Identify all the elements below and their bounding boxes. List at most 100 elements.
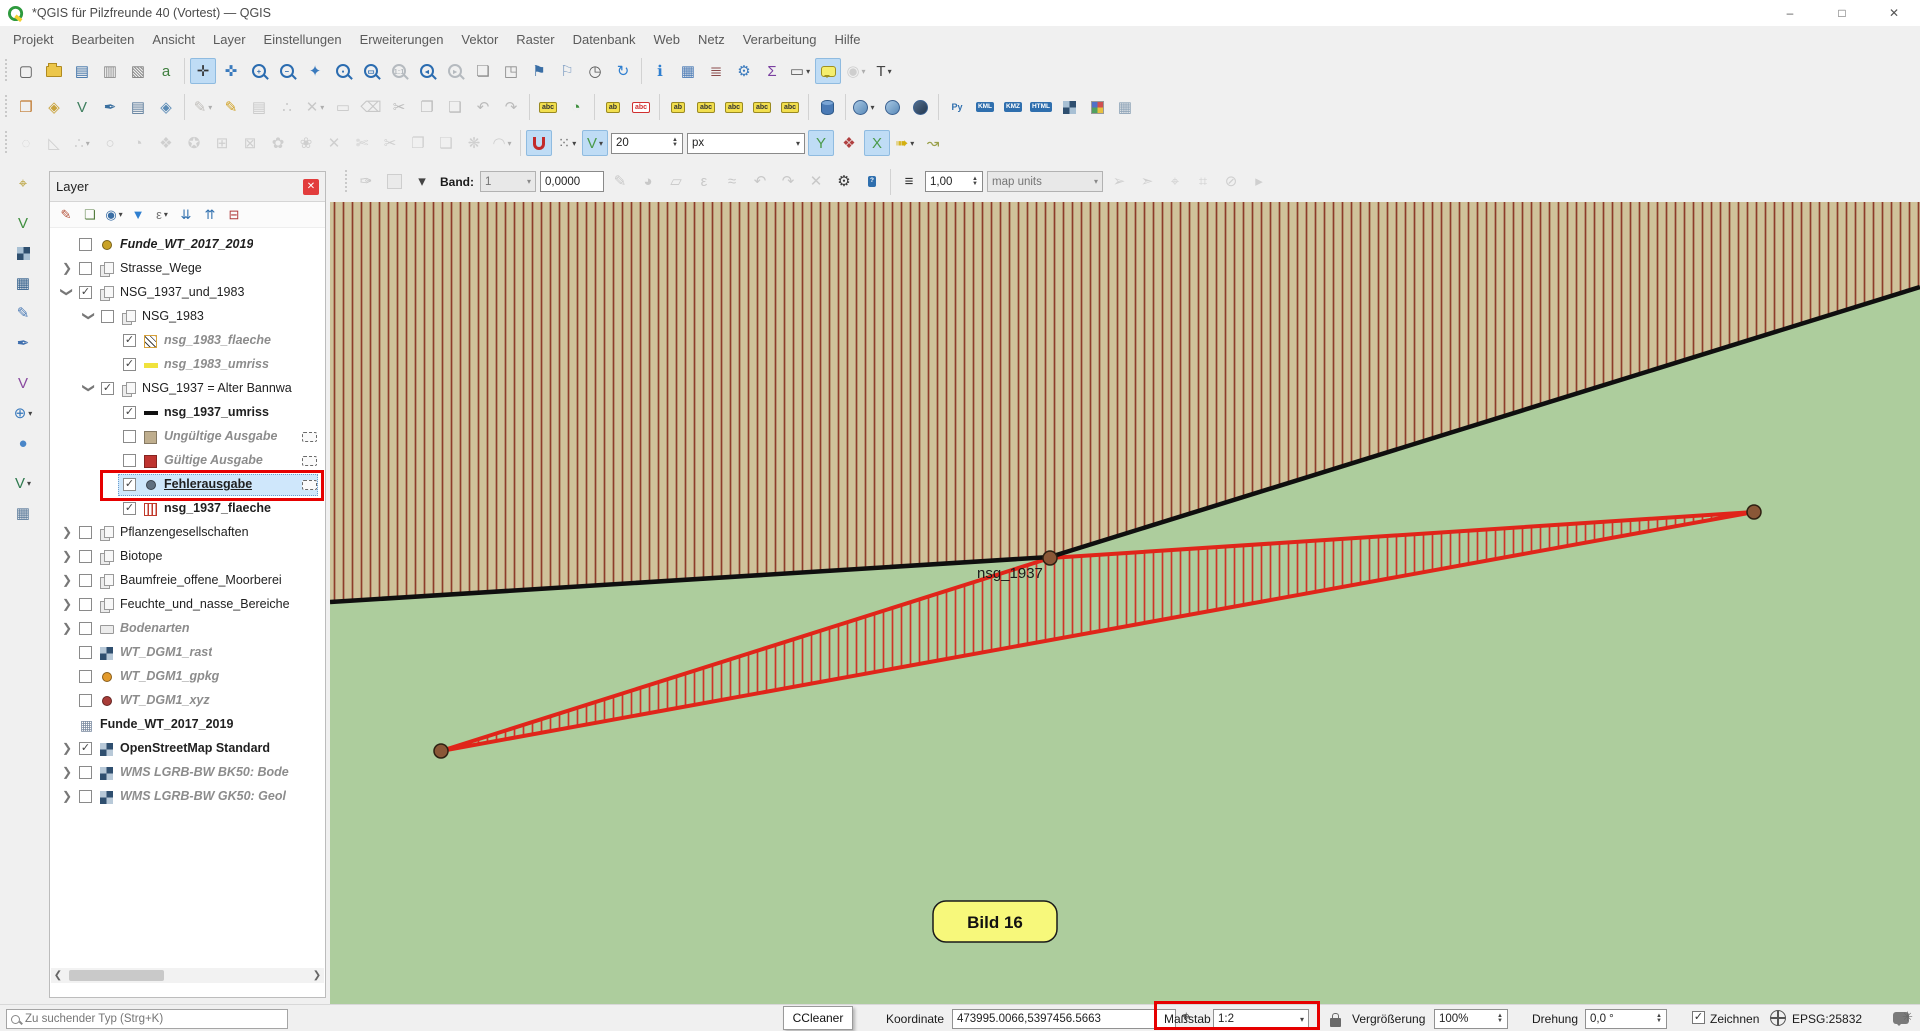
vector-select-icon[interactable]: V▾ — [10, 470, 36, 496]
bookmark-icon[interactable]: ⚑ — [526, 58, 552, 84]
add-record-icon[interactable]: ∴ — [274, 94, 300, 120]
avoid-overlap-icon[interactable]: ❖ — [836, 130, 862, 156]
kml-export-icon[interactable]: KML — [972, 94, 998, 120]
locator-input[interactable] — [25, 1013, 283, 1025]
layers-panel-titlebar[interactable]: Layer ✕ — [50, 172, 325, 202]
merge-features-icon[interactable]: ❐ — [405, 130, 431, 156]
layer-tree-row[interactable]: ❯Baumfreie_offene_Moorberei — [50, 569, 325, 593]
more-tools-icon[interactable]: ▸ — [1246, 169, 1272, 195]
menu-item-einstellungen[interactable]: Einstellungen — [255, 28, 351, 51]
db-manager-icon[interactable] — [814, 94, 840, 120]
zoom-full-extent-icon[interactable]: ✦ — [302, 58, 328, 84]
layout-manager-icon[interactable]: ▥ — [97, 58, 123, 84]
expand-all-icon[interactable]: ⇊ — [175, 204, 197, 226]
layer-tree-row[interactable]: WT_DGM1_gpkg — [50, 665, 325, 689]
rotate-feature-icon[interactable]: ○ — [97, 130, 123, 156]
layer-checkbox[interactable] — [79, 766, 92, 779]
show-hide-labels-icon[interactable]: abc — [693, 94, 719, 120]
layer-tree-row[interactable]: ❯Bodenarten — [50, 617, 325, 641]
close-panel-icon[interactable]: ✕ — [303, 179, 319, 195]
snap-vertex-icon[interactable]: V▾ — [582, 130, 608, 156]
snapping-type-icon[interactable]: ⁙▾ — [554, 130, 580, 156]
spinner-arrows-icon[interactable]: ▲▼ — [1656, 1014, 1662, 1024]
new-spatialite-layer-icon[interactable]: ◈ — [41, 94, 67, 120]
digitize-curve-icon[interactable]: ↝ — [920, 130, 946, 156]
menu-item-projekt[interactable]: Projekt — [4, 28, 62, 51]
filter-legend-icon[interactable]: ▼ — [127, 204, 149, 226]
layer-checkbox[interactable] — [123, 430, 136, 443]
layer-checkbox[interactable]: ✓ — [79, 742, 92, 755]
measure-icon[interactable]: ▭▾ — [787, 58, 813, 84]
lock-scale-icon[interactable] — [1330, 1018, 1341, 1027]
annotation-pen-icon[interactable]: ✒ — [10, 330, 36, 356]
layer-tree-row[interactable]: ❯✓NSG_1937 = Alter Bannwa — [50, 377, 325, 401]
processing-toolbox-icon[interactable]: ⚙ — [731, 58, 757, 84]
layer-checkbox[interactable]: ✓ — [79, 286, 92, 299]
search-catalog-icon[interactable] — [879, 94, 905, 120]
deselect-icon[interactable]: ⊘ — [1218, 169, 1244, 195]
help-panel-icon[interactable]: ? — [859, 169, 885, 195]
layer-visibility-icon[interactable]: ◉▾ — [103, 204, 125, 226]
rotate-label-icon[interactable]: abc — [749, 94, 775, 120]
spinner-arrows-icon[interactable]: ▲▼ — [1497, 1014, 1503, 1024]
undo-icon[interactable]: ↶ — [470, 94, 496, 120]
pan-map-icon[interactable]: ✛ — [190, 58, 216, 84]
expand-arrow-icon[interactable]: ❯ — [61, 789, 73, 803]
open-project-icon[interactable] — [41, 58, 67, 84]
mesh-erase-icon[interactable]: ▱ — [663, 169, 689, 195]
current-edits-icon[interactable]: ✎▾ — [190, 94, 216, 120]
temporal-controller-icon[interactable]: ◷ — [582, 58, 608, 84]
remove-layer-icon[interactable]: ⊟ — [223, 204, 245, 226]
layer-checkbox[interactable] — [79, 646, 92, 659]
snapping-toggle-icon[interactable] — [526, 130, 552, 156]
refresh-map-icon[interactable]: ↻ — [610, 58, 636, 84]
color-swatch-icon[interactable] — [381, 169, 407, 195]
layer-checkbox[interactable]: ✓ — [123, 502, 136, 515]
topological-editing-icon[interactable]: Y — [808, 130, 834, 156]
layer-tree-row[interactable]: ❯Feuchte_und_nasse_Bereiche — [50, 593, 325, 617]
layer-diagram-icon[interactable]: ◔ — [563, 94, 589, 120]
web-search-icon[interactable] — [907, 94, 933, 120]
stroke-width-icon[interactable]: ≡ — [896, 169, 922, 195]
tracing-icon[interactable]: ➠▾ — [892, 130, 918, 156]
spinner-arrows-icon[interactable]: ▲▼ — [672, 138, 678, 148]
render-checkbox[interactable]: ✓ — [1692, 1011, 1705, 1024]
mesh-fix-icon[interactable]: ✕ — [803, 169, 829, 195]
move-feature-icon[interactable]: ∴▾ — [69, 130, 95, 156]
magnifier-input[interactable]: 100% ▲▼ — [1434, 1009, 1508, 1029]
maximize-button[interactable]: □ — [1816, 0, 1868, 26]
highlight-labels-icon[interactable]: abc — [628, 94, 654, 120]
zoom-native-icon[interactable]: 1:1 — [386, 58, 412, 84]
layer-tree-row[interactable]: ▦Funde_WT_2017_2019 — [50, 713, 325, 737]
metasearch-icon[interactable]: ▾ — [851, 94, 877, 120]
fill-ring-icon[interactable]: ⊞ — [209, 130, 235, 156]
snap-unit-select[interactable]: px▾ — [687, 133, 805, 154]
memory-layer-icon[interactable] — [302, 480, 317, 490]
expand-arrow-icon[interactable]: ❯ — [61, 549, 73, 563]
georeferencer-icon[interactable]: ✎ — [10, 300, 36, 326]
globe-plugin-icon[interactable]: ⊕▾ — [10, 400, 36, 426]
layer-tree-row[interactable]: ❯Pflanzengesellschaften — [50, 521, 325, 545]
new-memory-layer-icon[interactable]: ▤ — [125, 94, 151, 120]
mesh-digitize-icon[interactable]: ✎ — [607, 169, 633, 195]
move-label-icon[interactable]: abc — [721, 94, 747, 120]
menu-item-hilfe[interactable]: Hilfe — [825, 28, 869, 51]
simplify-feature-icon[interactable]: ◔ — [125, 130, 151, 156]
table-plugin-icon[interactable]: ▦ — [10, 500, 36, 526]
pin-unpin-labels-icon[interactable]: ab — [665, 94, 691, 120]
layer-tree-row[interactable]: ❯WMS LGRB-BW BK50: Bode — [50, 761, 325, 785]
spinner-arrows-icon[interactable]: ▲▼ — [972, 177, 978, 187]
toolbar-handle[interactable] — [343, 170, 349, 194]
expand-arrow-icon[interactable]: ❯ — [61, 261, 73, 275]
python-console-icon[interactable]: Py — [944, 94, 970, 120]
annotation-icon[interactable]: ◉▾ — [843, 58, 869, 84]
new-virtual-layer-icon[interactable]: ◈ — [153, 94, 179, 120]
delete-selected-icon[interactable]: ⌫ — [358, 94, 384, 120]
layer-checkbox[interactable]: ✓ — [123, 406, 136, 419]
mesh-grid-icon[interactable]: ▦ — [10, 270, 36, 296]
zoom-out-icon[interactable]: − — [274, 58, 300, 84]
raster-pair-icon[interactable] — [10, 240, 36, 266]
band-select[interactable]: 1▾ — [480, 171, 536, 192]
menu-item-erweiterungen[interactable]: Erweiterungen — [351, 28, 453, 51]
construction-guide-icon[interactable]: ◺ — [41, 130, 67, 156]
